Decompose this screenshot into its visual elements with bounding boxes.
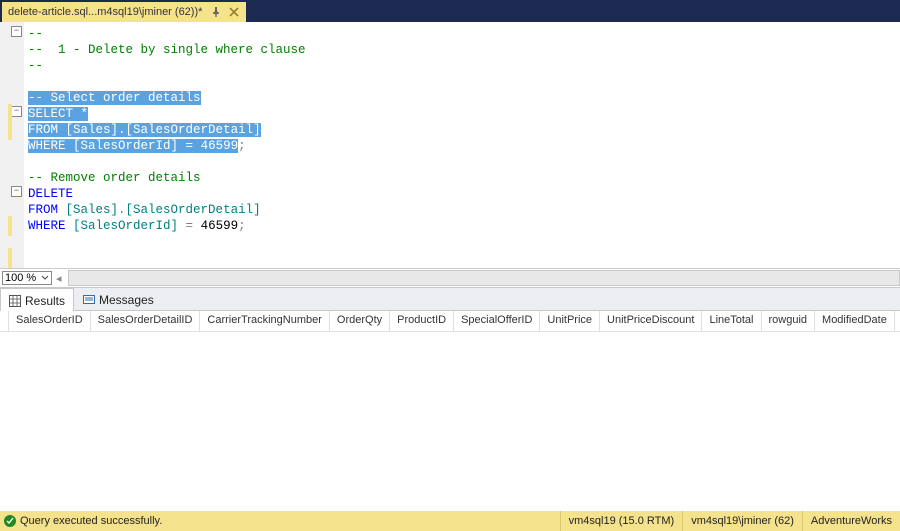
tab-messages[interactable]: Messages [74,287,163,310]
code-text[interactable]: -- -- 1 - Delete by single where clause … [24,22,900,268]
column-header[interactable]: UnitPriceDiscount [600,311,702,331]
zoom-value: 100 % [5,272,36,284]
document-tab-bar: delete-article.sql...m4sql19\jminer (62)… [0,0,900,22]
success-icon [4,515,16,527]
status-server: vm4sql19 (15.0 RTM) [560,511,683,531]
document-tab-title: delete-article.sql...m4sql19\jminer (62)… [8,6,202,18]
horizontal-scrollbar[interactable] [68,270,900,286]
column-header[interactable]: LineTotal [702,311,761,331]
tab-results[interactable]: Results [0,288,74,311]
change-marker [8,248,12,268]
results-grid-header: SalesOrderID SalesOrderDetailID CarrierT… [0,311,900,332]
fold-toggle[interactable]: − [11,106,22,117]
column-header[interactable]: ModifiedDate [815,311,895,331]
column-header[interactable]: rowguid [762,311,816,331]
column-header[interactable]: UnitPrice [540,311,600,331]
change-marker [8,216,12,236]
tab-bar-empty [246,0,900,22]
column-header[interactable]: CarrierTrackingNumber [200,311,330,331]
column-header[interactable]: SalesOrderID [9,311,91,331]
column-header[interactable]: ProductID [390,311,454,331]
zoom-select[interactable]: 100 % [2,271,52,285]
tab-results-label: Results [25,294,65,308]
status-login: vm4sql19\jminer (62) [682,511,802,531]
document-tab[interactable]: delete-article.sql...m4sql19\jminer (62)… [2,2,246,22]
row-selector-header[interactable] [0,311,9,331]
results-tab-bar: Results Messages [0,287,900,311]
chevron-down-icon [41,274,49,282]
grid-icon [9,295,21,307]
code-editor[interactable]: − − − -- -- 1 - Delete by single where c… [0,22,900,268]
column-header[interactable]: SpecialOfferID [454,311,540,331]
fold-gutter: − − − [8,22,24,268]
fold-toggle[interactable]: − [11,26,22,37]
change-marker [8,104,12,140]
fold-toggle[interactable]: − [11,186,22,197]
column-header[interactable]: SalesOrderDetailID [91,311,201,331]
status-bar: Query executed successfully. vm4sql19 (1… [0,511,900,531]
editor-footer: 100 % ◂ [0,268,900,287]
status-message: Query executed successfully. [20,515,162,527]
messages-icon [83,294,95,306]
pin-icon[interactable] [210,6,222,18]
hscroll-left-icon[interactable]: ◂ [56,272,62,285]
status-database: AdventureWorks [802,511,900,531]
tab-messages-label: Messages [99,293,154,307]
results-grid-body[interactable] [0,332,900,512]
outline-margin [0,22,8,268]
close-icon[interactable] [228,6,240,18]
column-header[interactable]: OrderQty [330,311,390,331]
